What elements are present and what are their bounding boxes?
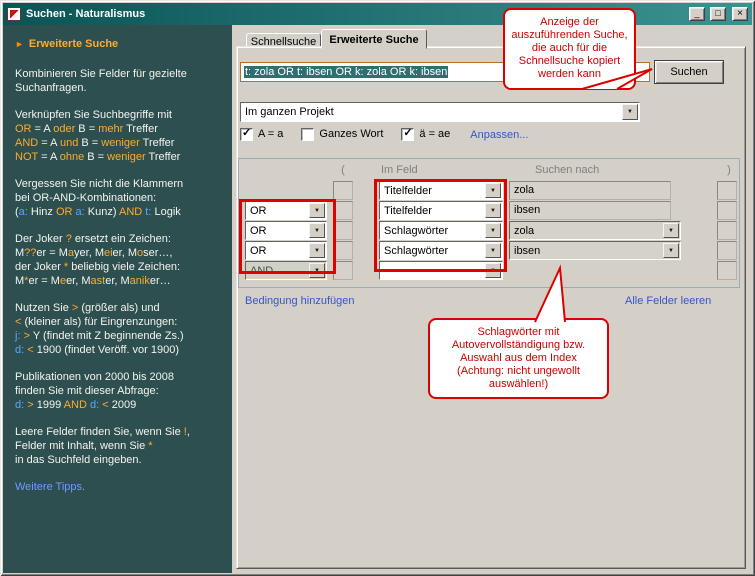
close-paren-field[interactable] (717, 261, 737, 280)
clear-fields-link[interactable]: Alle Felder leeren (625, 295, 711, 307)
help-text-block: Nutzen Sie > (größer als) und< (kleiner … (15, 301, 222, 357)
help-text-block: Vergessen Sie nicht die Klammernbei OR-A… (15, 177, 222, 219)
sidebar-heading-label: Erweiterte Suche (29, 38, 118, 50)
field-select[interactable]: Titelfelder ▼ (379, 181, 503, 200)
maximize-button[interactable]: □ (710, 7, 726, 21)
customize-link[interactable]: Anpassen... (470, 129, 528, 141)
dropdown-arrow-icon: ▼ (485, 223, 501, 238)
conditions-grid: ( Im Feld Suchen nach ) Titelfelder ▼ zo… (238, 158, 740, 288)
checkbox-umlaut[interactable]: ✓ ä = ae (401, 128, 450, 141)
condition-row: AND ▼ ▼ (239, 261, 739, 280)
minimize-button[interactable]: _ (689, 7, 705, 21)
search-query-text: t: zola OR t: ibsen OR k: zola OR k: ibs… (244, 66, 448, 78)
main-area: Schnellsuche Erweiterte Suche t: zola OR… (232, 25, 752, 573)
dropdown-arrow-icon: ▼ (485, 203, 501, 218)
sidebar-heading: ► Erweiterte Suche (15, 37, 222, 51)
dropdown-arrow-icon: ▼ (485, 243, 501, 258)
operator-select[interactable]: OR ▼ (245, 201, 327, 220)
dropdown-arrow-icon: ▼ (622, 104, 638, 120)
dropdown-arrow-icon: ▼ (485, 263, 501, 278)
search-options-row: ✓ A = a ✓ Ganzes Wort ✓ ä = ae Anpassen.… (240, 127, 528, 142)
checkbox-label: ä = ae (419, 128, 450, 141)
dropdown-arrow-icon: ▼ (663, 243, 679, 258)
close-paren-field[interactable] (717, 181, 737, 200)
tab-erweiterte-suche[interactable]: Erweiterte Suche (321, 29, 427, 49)
search-term-combo[interactable]: zola ▼ (509, 221, 681, 240)
condition-row: OR ▼ Schlagwörter ▼ zola ▼ (239, 221, 739, 240)
close-button[interactable]: × (732, 7, 748, 21)
callout-query-note: Anzeige der auszuführenden Suche, die au… (503, 8, 636, 90)
header-suchen-nach: Suchen nach (535, 164, 599, 176)
checkbox-label: A = a (258, 128, 283, 141)
help-sidebar: ► Erweiterte Suche Kombinieren Sie Felder… (3, 25, 232, 573)
more-tips-link[interactable]: Weitere Tipps. (15, 480, 222, 494)
check-icon: ✓ (403, 126, 412, 139)
dropdown-arrow-icon: ▼ (309, 243, 325, 258)
header-open-paren: ( (331, 164, 355, 176)
help-text-block: Verknüpfen Sie Suchbegriffe mitOR = A od… (15, 108, 222, 164)
arrow-right-icon: ► (15, 39, 24, 49)
search-term-combo[interactable]: ibsen ▼ (509, 241, 681, 260)
field-select[interactable]: Schlagwörter ▼ (379, 241, 503, 260)
advanced-search-panel: t: zola OR t: ibsen OR k: zola OR k: ibs… (236, 46, 746, 569)
open-paren-field[interactable] (333, 181, 353, 200)
help-text-block: Kombinieren Sie Felder für gezielteSucha… (15, 67, 222, 95)
dropdown-arrow-icon: ▼ (309, 263, 325, 278)
operator-select[interactable]: OR ▼ (245, 241, 327, 260)
help-text-block: Leere Felder finden Sie, wenn Sie !,Feld… (15, 425, 222, 467)
search-term-field[interactable]: ibsen (509, 201, 671, 220)
condition-row: OR ▼ Titelfelder ▼ ibsen (239, 201, 739, 220)
dropdown-arrow-icon: ▼ (309, 223, 325, 238)
condition-row: Titelfelder ▼ zola (239, 181, 739, 200)
help-text-block: Publikationen von 2000 bis 2008finden Si… (15, 370, 222, 412)
help-text-block: Der Joker ? ersetzt ein Zeichen:M??er = … (15, 232, 222, 288)
search-button[interactable]: Suchen (654, 60, 724, 84)
checkbox-box: ✓ (301, 128, 314, 141)
close-paren-field[interactable] (717, 241, 737, 260)
add-condition-link[interactable]: Bedingung hinzufügen (245, 295, 354, 307)
checkbox-whole-word[interactable]: ✓ Ganzes Wort (301, 128, 383, 141)
open-paren-field[interactable] (333, 241, 353, 260)
callout-index-note: Schlagwörter mit Autovervollständigung b… (428, 318, 609, 399)
open-paren-field[interactable] (333, 201, 353, 220)
field-select[interactable]: Titelfelder ▼ (379, 201, 503, 220)
open-paren-field[interactable] (333, 221, 353, 240)
checkbox-box: ✓ (240, 128, 253, 141)
field-select[interactable]: Schlagwörter ▼ (379, 221, 503, 240)
operator-select[interactable]: OR ▼ (245, 221, 327, 240)
header-close-paren: ) (717, 164, 741, 176)
dropdown-arrow-icon: ▼ (309, 203, 325, 218)
open-paren-field[interactable] (333, 261, 353, 280)
checkbox-box: ✓ (401, 128, 414, 141)
checkbox-case-insensitive[interactable]: ✓ A = a (240, 128, 283, 141)
app-icon (7, 7, 21, 21)
condition-row: OR ▼ Schlagwörter ▼ ibsen ▼ (239, 241, 739, 260)
operator-select[interactable]: AND ▼ (245, 261, 327, 280)
close-paren-field[interactable] (717, 221, 737, 240)
field-select[interactable]: ▼ (379, 261, 503, 280)
search-term-field[interactable]: zola (509, 181, 671, 200)
header-im-feld: Im Feld (381, 164, 418, 176)
titlebar: Suchen - Naturalismus _ □ × (3, 3, 752, 25)
checkbox-label: Ganzes Wort (319, 128, 383, 141)
close-paren-field[interactable] (717, 201, 737, 220)
scope-value: Im ganzen Projekt (241, 103, 639, 121)
dropdown-arrow-icon: ▼ (663, 223, 679, 238)
scope-select[interactable]: Im ganzen Projekt ▼ (240, 102, 640, 122)
check-icon: ✓ (242, 126, 251, 139)
dropdown-arrow-icon: ▼ (485, 183, 501, 198)
app-window: Suchen - Naturalismus _ □ × ► Erweiterte … (0, 0, 755, 576)
